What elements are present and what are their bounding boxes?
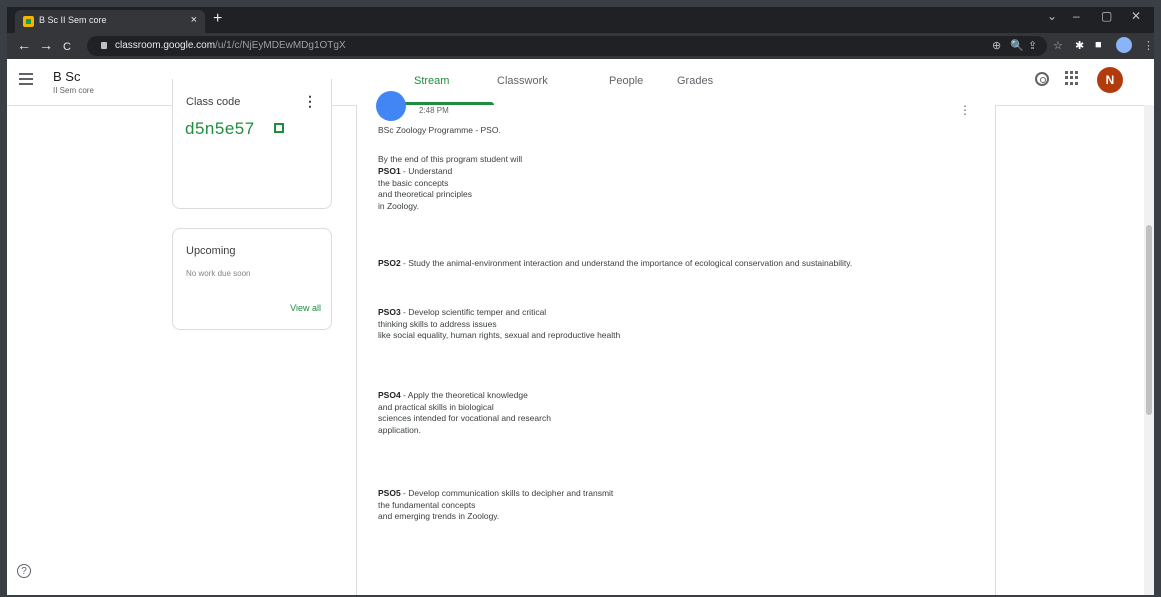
minimize-button[interactable]: – [1073, 9, 1080, 23]
tab-grades[interactable]: Grades [677, 75, 713, 87]
class-code-label: Class code [186, 96, 241, 108]
stream-post: 2:48 PM ⋮ BSc Zoology Programme - PSO. B… [356, 91, 996, 595]
pso2-block: PSO2 - Study the animal-environment inte… [378, 258, 852, 270]
pso5-line: the fundamental concepts [378, 499, 476, 510]
post-more-icon[interactable]: ⋮ [959, 103, 971, 117]
pso5-block: PSO5 - Develop communication skills to d… [378, 488, 613, 523]
extensions-icon[interactable]: ✱ [1075, 39, 1084, 52]
class-name[interactable]: B Sc [53, 69, 80, 84]
bookmark-star-icon[interactable]: ☆ [1053, 39, 1063, 52]
pso4-line: - Apply the theoretical knowledge [400, 390, 528, 400]
browser-window: B Sc II Sem core × + ⌄ – ▢ ✕ ← → C class… [7, 7, 1154, 595]
pso1-line: the basic concepts [378, 177, 449, 188]
scrollbar-thumb[interactable] [1146, 225, 1152, 415]
address-bar[interactable]: classroom.google.com/u/1/c/NjEyMDEwMDg1O… [87, 36, 1047, 56]
pso3-code: PSO3 [378, 307, 401, 317]
tab-title: B Sc II Sem core [39, 15, 107, 25]
class-settings-gear-icon[interactable] [1035, 72, 1049, 86]
install-icon[interactable]: ⊕ [992, 39, 1001, 52]
page-scrollbar[interactable] [1144, 105, 1154, 595]
browser-toolbar: ← → C classroom.google.com/u/1/c/NjEyMDE… [7, 33, 1154, 59]
pso3-block: PSO3 - Develop scientific temper and cri… [378, 307, 620, 342]
tab-classwork[interactable]: Classwork [497, 75, 548, 87]
tab-search-icon[interactable]: ⌄ [1047, 9, 1057, 23]
tab-close-icon[interactable]: × [191, 14, 197, 26]
pso3-line: like social equality, human rights, sexu… [378, 330, 621, 340]
tab-people[interactable]: People [609, 75, 643, 87]
classroom-page: B Sc II Sem core Stream Classwork People… [7, 59, 1154, 595]
pso3-line: thinking skills to address issues [378, 318, 497, 329]
upcoming-card: Upcoming No work due soon View all [172, 228, 332, 330]
post-author-avatar [376, 91, 406, 121]
tab-stream[interactable]: Stream [414, 75, 449, 87]
forward-icon[interactable]: → [39, 37, 53, 53]
close-window-button[interactable]: ✕ [1131, 9, 1141, 23]
main-menu-icon[interactable] [19, 73, 33, 85]
maximize-button[interactable]: ▢ [1101, 9, 1112, 23]
pso2-code: PSO2 [378, 258, 401, 268]
help-icon[interactable]: ? [17, 564, 31, 578]
class-code-value: d5n5e57 [185, 119, 255, 138]
pso4-line: and practical skills in biological [378, 401, 494, 412]
pso1-block: PSO1 - Understand the basic concepts and… [378, 166, 472, 212]
browser-profile-avatar[interactable] [1116, 37, 1132, 53]
pso4-line: sciences intended for vocational and res… [378, 413, 551, 423]
post-heading: BSc Zoology Programme - PSO. [378, 125, 501, 135]
google-apps-icon[interactable] [1065, 71, 1079, 85]
pso1-line: - Understand [400, 166, 453, 176]
class-section: II Sem core [53, 86, 94, 95]
pso3-line: - Develop scientific temper and critical [400, 307, 547, 317]
side-panel-icon[interactable]: ■ [1095, 39, 1102, 51]
pso2-text: - Study the animal-environment interacti… [400, 258, 853, 268]
classroom-favicon-icon [23, 16, 34, 27]
pso5-code: PSO5 [378, 488, 401, 498]
back-icon[interactable]: ← [17, 37, 31, 53]
upcoming-title: Upcoming [186, 245, 236, 257]
view-all-link[interactable]: View all [290, 303, 321, 313]
pso1-line: and theoretical principles [378, 189, 473, 199]
user-avatar[interactable]: N [1097, 67, 1123, 93]
post-intro: By the end of this program student will [378, 154, 523, 164]
browser-tab[interactable]: B Sc II Sem core × [15, 10, 205, 33]
pso1-line: in Zoology. [378, 200, 419, 211]
pso4-code: PSO4 [378, 390, 401, 400]
zoom-icon[interactable]: 🔍 [1010, 39, 1024, 52]
class-code-card: Class code ⋮ d5n5e57 [172, 79, 332, 209]
url-path: /u/1/c/NjEyMDEwMDg1OTgX [215, 40, 346, 51]
new-tab-button[interactable]: + [213, 10, 222, 28]
browser-menu-icon[interactable]: ⋮ [1143, 39, 1154, 52]
fullscreen-display-icon[interactable] [274, 123, 284, 133]
pso4-line: application. [378, 424, 422, 435]
pso4-block: PSO4 - Apply the theoretical knowledge a… [378, 390, 551, 436]
pso1-code: PSO1 [378, 166, 401, 176]
post-time: 2:48 PM [419, 106, 449, 115]
upcoming-empty-text: No work due soon [186, 269, 251, 278]
reload-icon[interactable]: C [63, 39, 71, 55]
class-code-more-icon[interactable]: ⋮ [303, 93, 317, 110]
pso5-line: and emerging trends in Zoology. [378, 511, 500, 521]
lock-icon [101, 42, 107, 49]
pso5-line: - Develop communication skills to deciph… [400, 488, 614, 498]
share-icon[interactable]: ⇪ [1028, 39, 1037, 52]
url-host: classroom.google.com [115, 40, 216, 51]
tab-strip: B Sc II Sem core × + ⌄ – ▢ ✕ [7, 7, 1154, 33]
url-text: classroom.google.com/u/1/c/NjEyMDEwMDg1O… [115, 40, 346, 51]
